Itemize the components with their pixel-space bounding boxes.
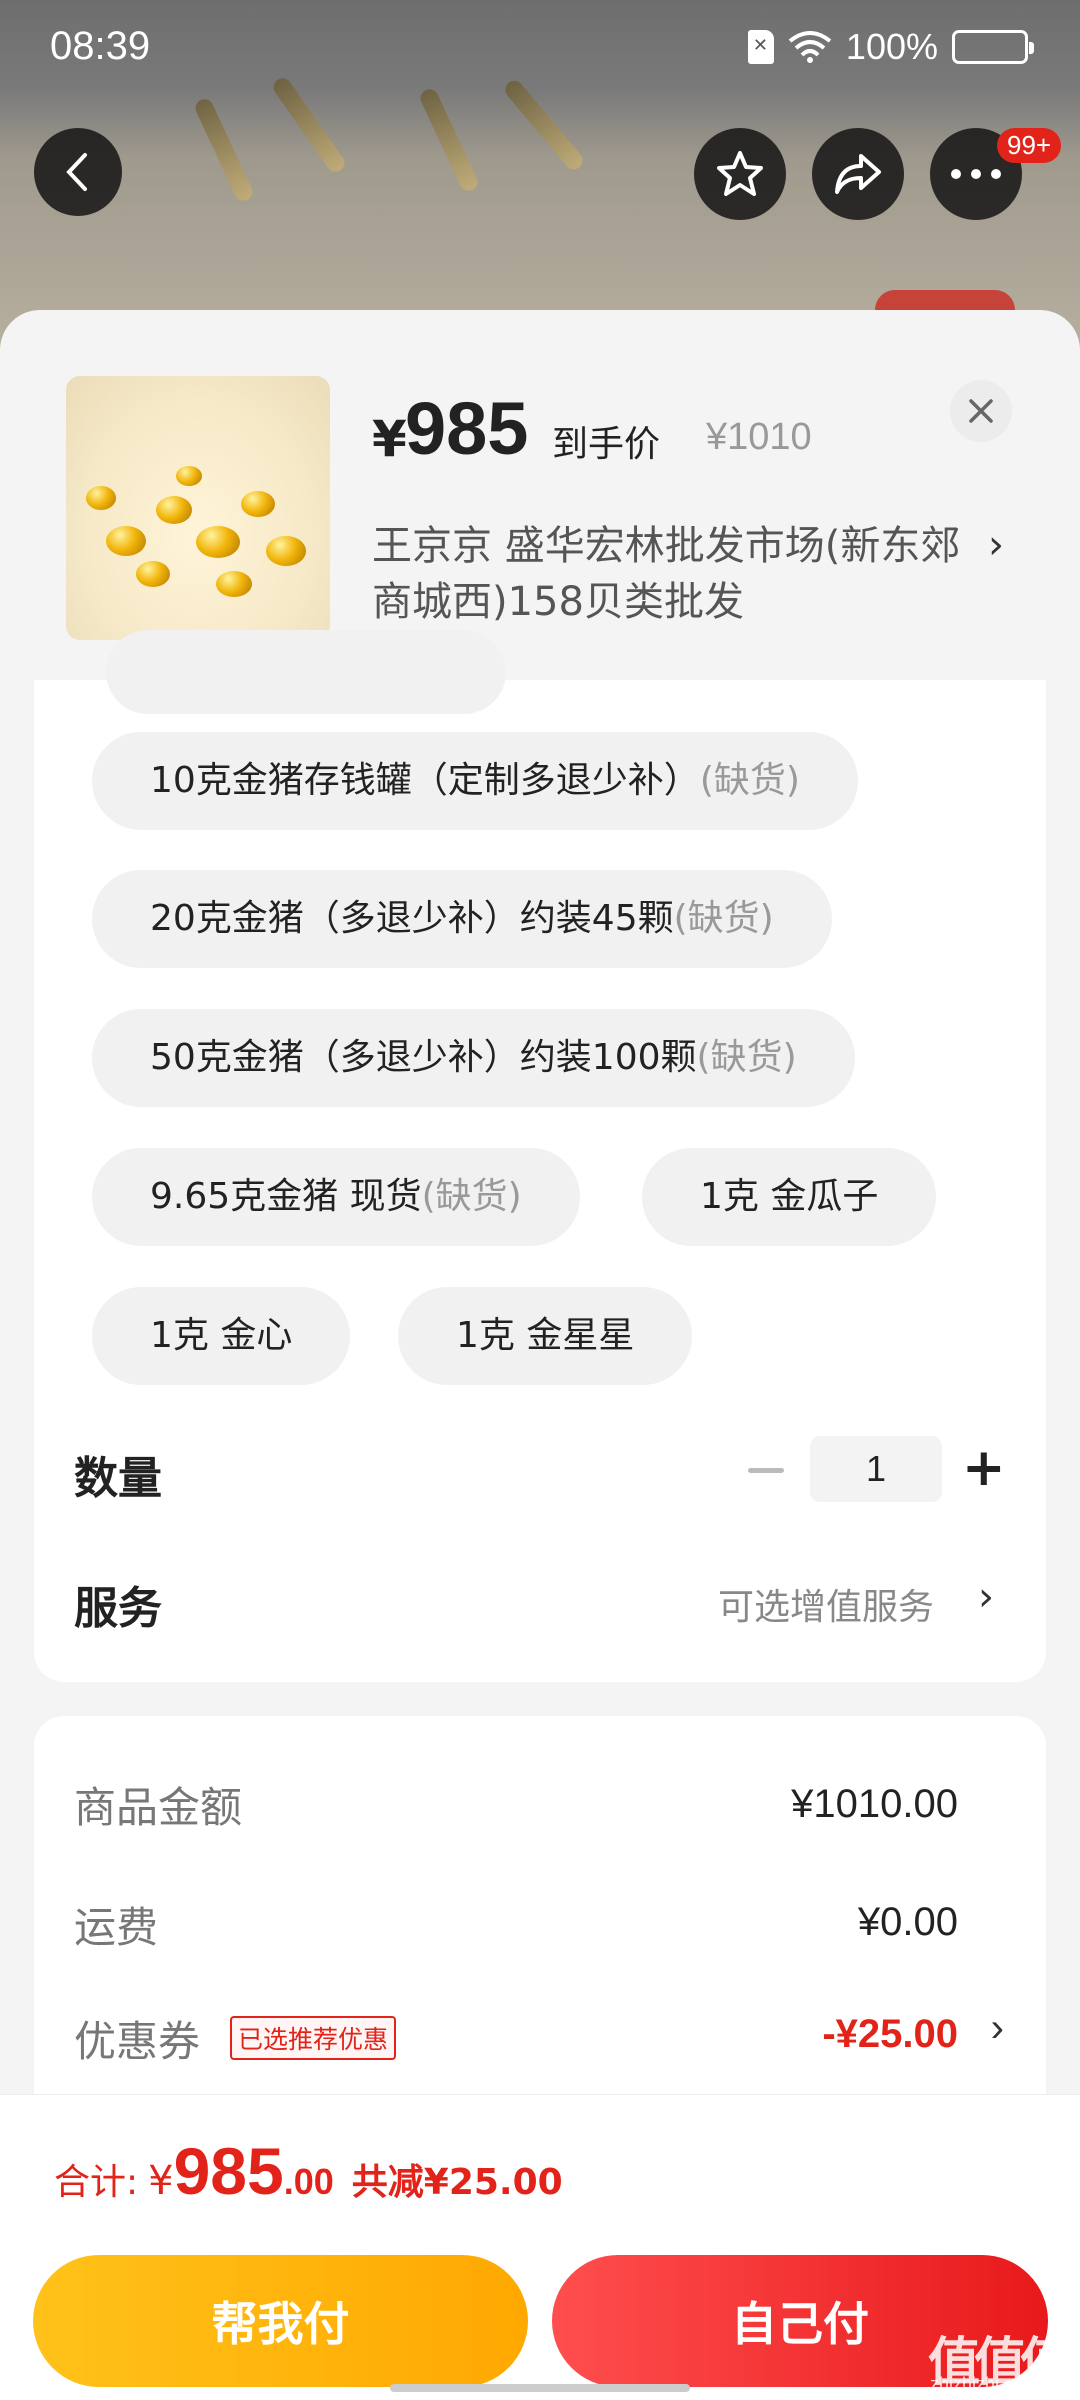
option-chip[interactable]: 50克金猪（多退少补）约装100颗(缺货) <box>92 1009 855 1107</box>
quantity-label: 数量 <box>74 1453 162 1504</box>
shipping-value: ¥0.00 <box>857 1900 958 1944</box>
close-button[interactable] <box>950 380 1012 442</box>
status-bar: 08:39 100% <box>0 0 1080 92</box>
option-chip[interactable]: 1克 金瓜子 <box>642 1148 937 1246</box>
coupon-label: 优惠券 <box>74 2017 201 2066</box>
status-icons: 100% <box>747 26 1034 68</box>
watermark-url: zhizhizhi.com <box>930 2374 1039 2394</box>
option-chip-partial[interactable] <box>106 630 506 714</box>
total-integer: 985 <box>173 2134 284 2208</box>
notification-badge: 99+ <box>997 128 1062 163</box>
close-icon <box>969 399 993 423</box>
goods-amount-value: ¥1010.00 <box>791 1782 958 1826</box>
shipping-label: 运费 <box>74 1903 159 1952</box>
coupon-tag: 已选推荐优惠 <box>230 2016 397 2060</box>
battery-percent: 100% <box>845 26 938 67</box>
home-indicator[interactable] <box>390 2384 690 2392</box>
sim-off-icon <box>747 30 774 64</box>
quantity-increase-button[interactable]: + <box>962 1442 1006 1494</box>
total-saved: 共减¥25.00 <box>351 2162 563 2203</box>
chevron-right-icon: › <box>978 1574 994 1620</box>
total-decimal: .00 <box>283 2161 334 2202</box>
original-price: ¥1010 <box>706 416 812 458</box>
product-thumbnail[interactable] <box>66 376 330 640</box>
chevron-right-icon: › <box>988 522 1004 568</box>
total-label: 合计: <box>54 2162 139 2203</box>
checkout-bar: 合计: ¥ 985 .00 共减¥25.00 帮我付 自己付 <box>0 2094 1080 2400</box>
shop-name[interactable]: 王京京 盛华宏林批发市场(新东郊商城西)158贝类批发 <box>372 518 992 630</box>
option-chip[interactable]: 1克 金心 <box>92 1287 351 1385</box>
option-chip[interactable]: 1克 金星星 <box>398 1287 693 1385</box>
chevron-right-icon: › <box>990 2006 1004 2050</box>
star-icon <box>717 151 763 196</box>
option-chip[interactable]: 20克金猪（多退少补）约装45颗(缺货) <box>92 870 832 968</box>
service-label: 服务 <box>74 1583 162 1634</box>
share-button[interactable] <box>812 128 904 220</box>
price-symbol: ¥ <box>372 410 407 468</box>
more-dots-icon <box>951 169 1001 179</box>
share-icon <box>835 154 881 194</box>
options-card: 10克金猪存钱罐（定制多退少补）(缺货) 20克金猪（多退少补）约装45颗(缺货… <box>34 630 1046 1682</box>
total-symbol: ¥ <box>148 2158 174 2204</box>
status-time: 08:39 <box>50 24 151 68</box>
option-chip[interactable]: 10克金猪存钱罐（定制多退少补）(缺货) <box>92 732 858 830</box>
sheet-header: ¥ 985 到手价 ¥1010 王京京 盛华宏林批发市场(新东郊商城西)158贝… <box>0 310 1080 680</box>
price-summary-card: 商品金额 ¥1010.00 运费 ¥0.00 优惠券 已选推荐优惠 -¥25.0… <box>34 1716 1046 2096</box>
final-price: 985 <box>405 387 529 470</box>
wifi-icon <box>788 31 832 63</box>
favorite-button[interactable] <box>694 128 786 220</box>
option-chip[interactable]: 9.65克金猪 现货(缺货) <box>92 1148 580 1246</box>
back-button[interactable] <box>34 128 122 216</box>
total-line: 合计: ¥ 985 .00 共减¥25.00 <box>54 2133 563 2209</box>
coupon-value[interactable]: -¥25.00 <box>822 2012 958 2057</box>
goods-amount-label: 商品金额 <box>74 1783 243 1832</box>
quantity-decrease-button[interactable] <box>748 1468 784 1473</box>
battery-icon <box>952 30 1034 64</box>
service-value[interactable]: 可选增值服务 <box>718 1578 934 1630</box>
final-price-tag: 到手价 <box>552 424 661 465</box>
background-branch <box>417 86 481 194</box>
background-branch <box>192 96 256 204</box>
help-pay-button[interactable]: 帮我付 <box>33 2255 528 2387</box>
back-arrow-icon <box>66 153 87 191</box>
quantity-input[interactable]: 1 <box>810 1436 942 1502</box>
